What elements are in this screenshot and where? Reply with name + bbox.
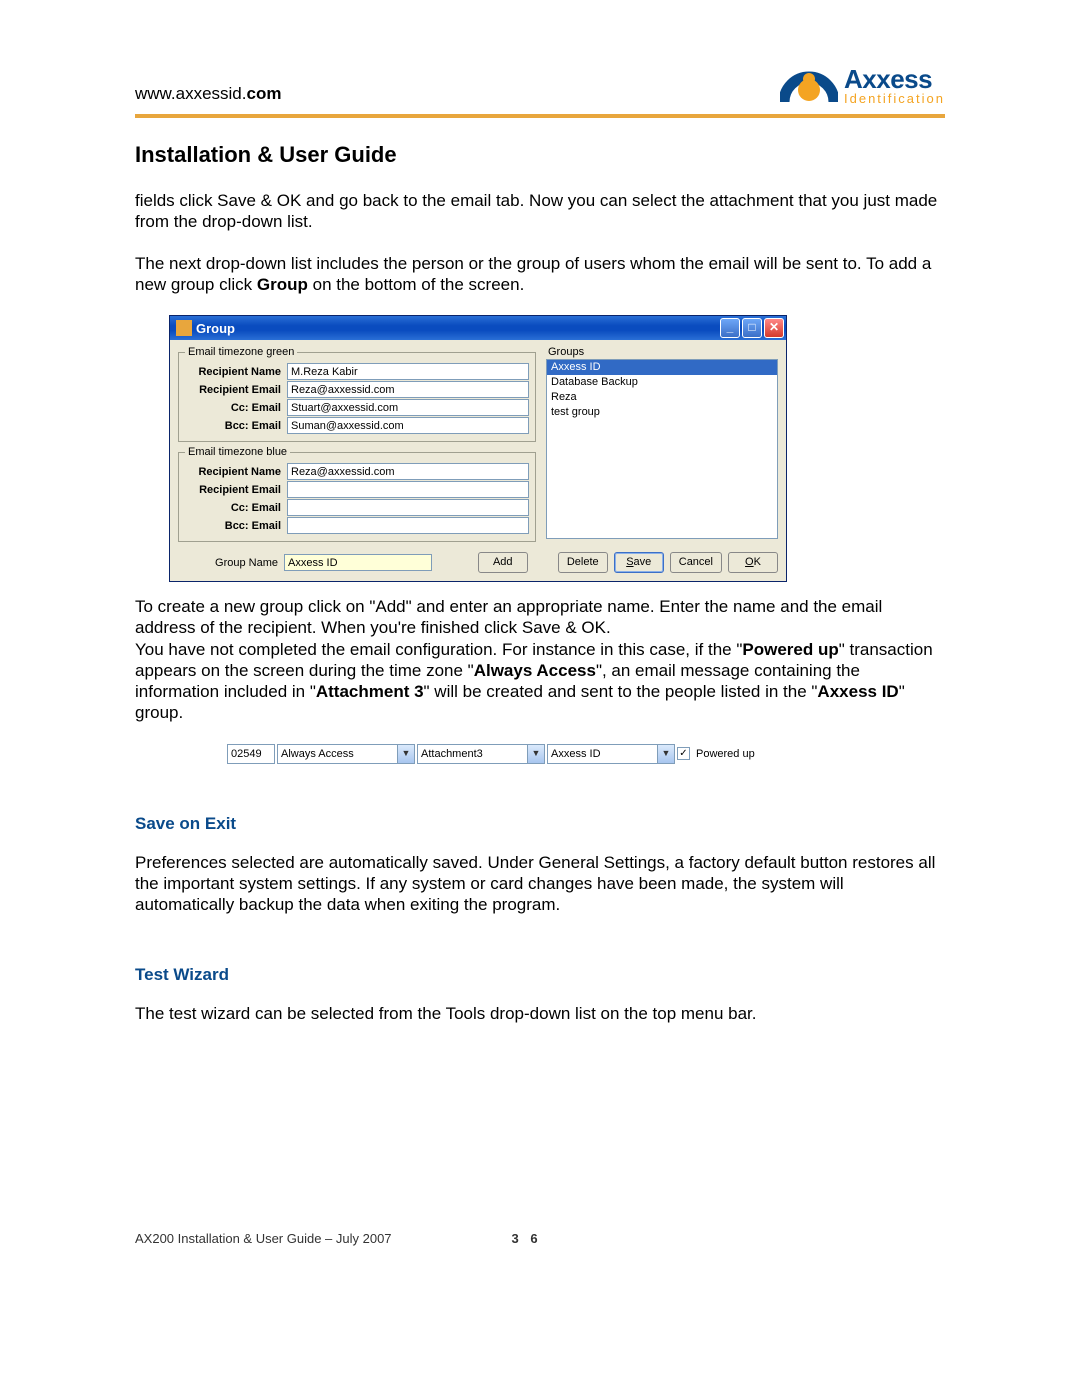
dropdown-value: Axxess ID (548, 745, 657, 763)
page-title: Installation & User Guide (135, 142, 945, 168)
bcc-email-input-blue[interactable] (287, 517, 529, 534)
timezone-dropdown[interactable]: Always Access ▼ (277, 744, 415, 764)
powered-up-label: Powered up (692, 748, 759, 760)
maximize-button[interactable]: □ (742, 318, 762, 338)
attachment-dropdown[interactable]: Attachment3 ▼ (417, 744, 545, 764)
text: The next drop-down list includes the per… (135, 254, 931, 294)
logo-text-bottom: Identification (844, 92, 945, 105)
page-number: 3 6 (512, 1231, 542, 1246)
delete-button[interactable]: Delete (558, 552, 608, 573)
bcc-email-input-green[interactable] (287, 417, 529, 434)
paragraph-intro-a: fields click Save & OK and go back to th… (135, 190, 945, 233)
label: Bcc: Email (185, 420, 281, 432)
save-button[interactable]: Save (614, 552, 664, 573)
powered-up-checkbox[interactable]: ✓ (677, 747, 690, 760)
fieldset-blue: Email timezone blue Recipient Name Recip… (178, 446, 536, 542)
save-on-exit-heading: Save on Exit (135, 814, 945, 834)
page-header: www.axxessid.com Axxess Identification (135, 50, 945, 110)
recipient-name-input-green[interactable] (287, 363, 529, 380)
paragraph-intro-b: The next drop-down list includes the per… (135, 253, 945, 296)
text-bold: Attachment 3 (316, 682, 424, 701)
text-bold: Group (257, 275, 308, 294)
text: You have not completed the email configu… (135, 640, 742, 659)
groups-listbox[interactable]: Axxess ID Database Backup Reza test grou… (546, 359, 778, 539)
cc-email-input-blue[interactable] (287, 499, 529, 516)
dropdown-value: Attachment3 (418, 745, 527, 763)
list-item[interactable]: Database Backup (547, 375, 777, 390)
text-bold: Always Access (474, 661, 596, 680)
close-button[interactable]: ✕ (764, 318, 784, 338)
footer-left: AX200 Installation & User Guide – July 2… (135, 1231, 392, 1246)
text-bold: Axxess ID (817, 682, 898, 701)
list-item[interactable]: test group (547, 405, 777, 420)
chevron-down-icon: ▼ (397, 745, 414, 763)
label: Cc: Email (185, 402, 281, 414)
recipient-name-input-blue[interactable] (287, 463, 529, 480)
dialog-titlebar: Group _ □ ✕ (170, 316, 786, 340)
code-box: 02549 (227, 744, 275, 764)
fieldset-blue-legend: Email timezone blue (185, 446, 290, 458)
logo-mark-icon (780, 60, 838, 110)
recipient-email-input-green[interactable] (287, 381, 529, 398)
fieldset-green-legend: Email timezone green (185, 346, 297, 358)
chevron-down-icon: ▼ (657, 745, 674, 763)
group-dropdown[interactable]: Axxess ID ▼ (547, 744, 675, 764)
label: Recipient Email (185, 484, 281, 496)
logo-text-top: Axxess (844, 66, 945, 92)
label: Bcc: Email (185, 520, 281, 532)
group-name-input[interactable] (284, 554, 432, 571)
header-rule (135, 114, 945, 118)
dialog-app-icon (176, 320, 192, 336)
add-button[interactable]: Add (478, 552, 528, 573)
ok-button[interactable]: OK (728, 552, 778, 573)
minimize-button[interactable]: _ (720, 318, 740, 338)
text: on the bottom of the screen. (308, 275, 524, 294)
save-button-rest: ave (634, 556, 652, 568)
label: Recipient Name (185, 466, 281, 478)
test-wizard-body: The test wizard can be selected from the… (135, 1003, 945, 1024)
url-prefix: www.axxessid. (135, 84, 246, 103)
cancel-button[interactable]: Cancel (670, 552, 722, 573)
label: Recipient Email (185, 384, 281, 396)
header-url: www.axxessid.com (135, 84, 281, 110)
url-bold: com (246, 84, 281, 103)
page-footer: AX200 Installation & User Guide – July 2… (135, 1231, 945, 1246)
cc-email-input-green[interactable] (287, 399, 529, 416)
list-item[interactable]: Reza (547, 390, 777, 405)
logo-text: Axxess Identification (844, 66, 945, 105)
logo: Axxess Identification (780, 60, 945, 110)
label: Recipient Name (185, 366, 281, 378)
list-item[interactable]: Axxess ID (547, 360, 777, 375)
fieldset-green: Email timezone green Recipient Name Reci… (178, 346, 536, 442)
dropdown-value: Always Access (278, 745, 397, 763)
group-dialog: Group _ □ ✕ Email timezone green Recipie… (169, 315, 787, 582)
label: Cc: Email (185, 502, 281, 514)
text: " will be created and sent to the people… (424, 682, 818, 701)
paragraph-config: You have not completed the email configu… (135, 639, 945, 724)
paragraph-add-group: To create a new group click on "Add" and… (135, 596, 945, 639)
chevron-down-icon: ▼ (527, 745, 544, 763)
groups-label: Groups (548, 346, 778, 358)
recipient-email-input-blue[interactable] (287, 481, 529, 498)
config-strip: 02549 Always Access ▼ Attachment3 ▼ Axxe… (227, 744, 945, 764)
dialog-title: Group (196, 321, 235, 336)
group-name-label: Group Name (178, 557, 278, 569)
test-wizard-heading: Test Wizard (135, 965, 945, 985)
text-bold: Powered up (742, 640, 838, 659)
save-on-exit-body: Preferences selected are automatically s… (135, 852, 945, 916)
